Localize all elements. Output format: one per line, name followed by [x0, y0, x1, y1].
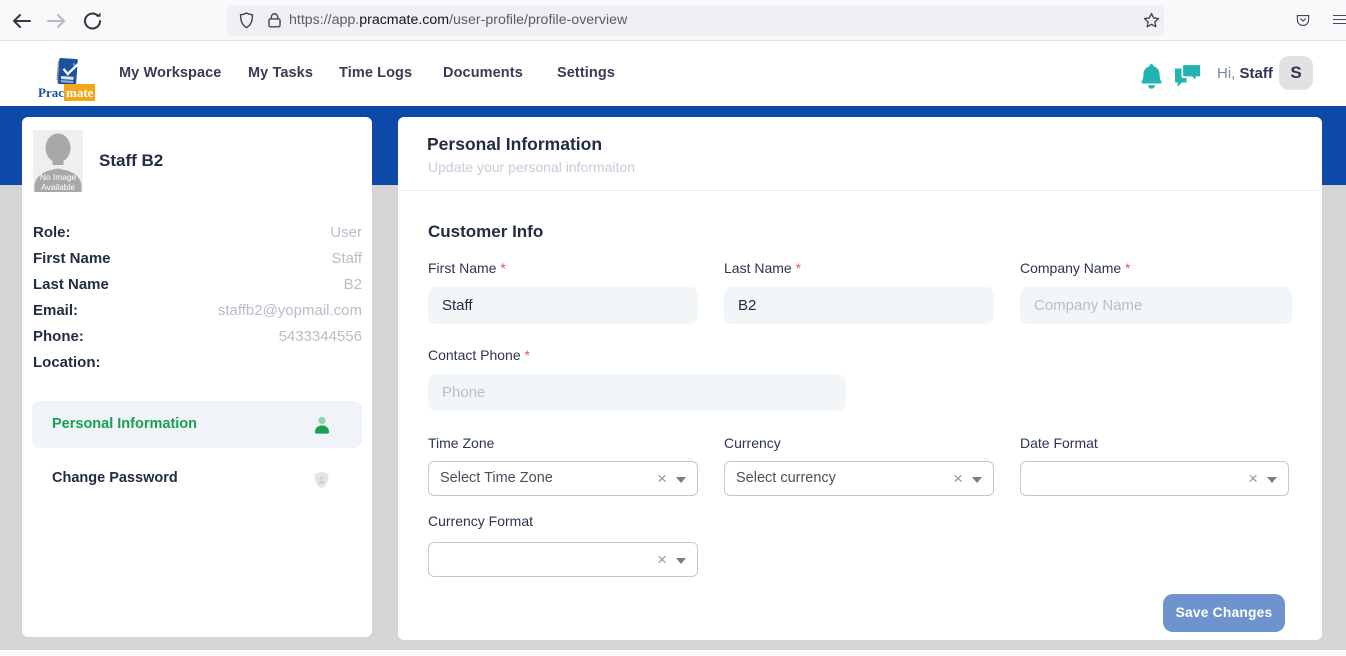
- svg-text:Available: Available: [41, 182, 75, 192]
- svg-text:No Image: No Image: [40, 172, 77, 182]
